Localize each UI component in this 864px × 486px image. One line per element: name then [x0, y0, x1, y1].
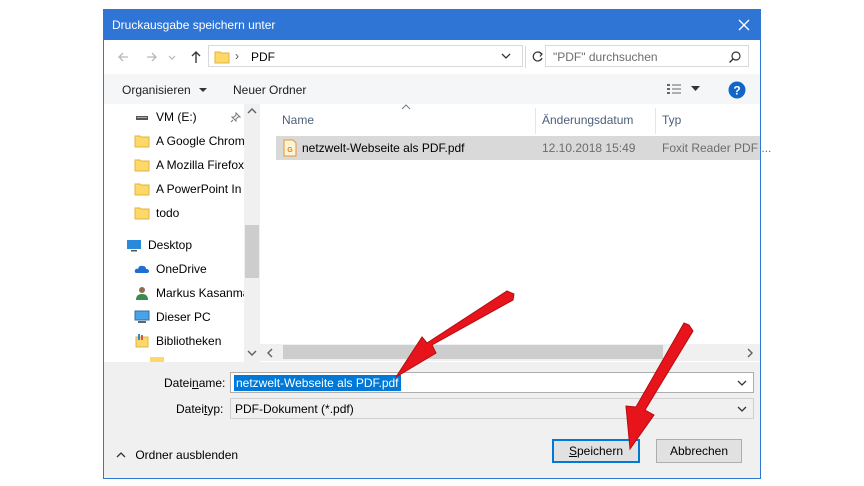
- annotation-arrow-filename: [395, 290, 515, 378]
- annotation-overlay: [395, 290, 694, 451]
- annotation-arrow-save: [625, 322, 694, 451]
